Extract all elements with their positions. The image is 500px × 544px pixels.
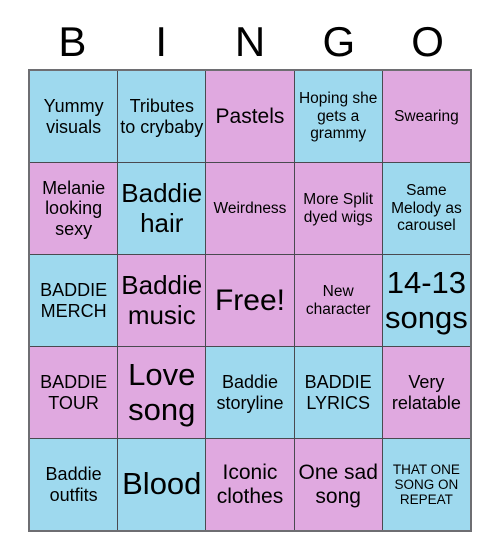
bingo-cell-g5[interactable]: One sad song [293, 438, 383, 532]
bingo-cell-label: BADDIE MERCH [40, 280, 108, 321]
header-letter-n: N [234, 17, 266, 65]
bingo-cell-o2[interactable]: Same Melody as carousel [381, 162, 472, 255]
bingo-card: B I N G O Yummy visuals Tributes to cryb… [28, 14, 472, 532]
header-letter-g: G [322, 17, 356, 65]
bingo-cell-label: 14-13 songs [385, 264, 468, 335]
bingo-cell-i1[interactable]: Tributes to crybaby [117, 69, 207, 163]
header-letter-o: O [411, 17, 444, 65]
bingo-cell-label: New character [305, 283, 371, 318]
bingo-row: BADDIE TOUR Love song Baddie storyline B… [28, 346, 472, 439]
bingo-cell-i5[interactable]: Blood [117, 438, 207, 532]
bingo-cell-free-space[interactable]: Free! [205, 254, 295, 347]
bingo-row: Yummy visuals Tributes to crybaby Pastel… [28, 69, 472, 163]
bingo-cell-label: Yummy visuals [43, 96, 104, 137]
bingo-cell-label: More Split dyed wigs [303, 191, 374, 226]
bingo-cell-label: One sad song [298, 460, 378, 508]
bingo-cell-label: Melanie looking sexy [42, 178, 106, 239]
bingo-cell-label: BADDIE TOUR [40, 372, 108, 413]
bingo-cell-n1[interactable]: Pastels [205, 69, 295, 163]
bingo-cell-o4[interactable]: Very relatable [381, 346, 472, 439]
bingo-cell-o5[interactable]: THAT ONE SONG ON REPEAT [381, 438, 472, 532]
bingo-row: Baddie outfits Blood Iconic clothes One … [28, 438, 472, 532]
bingo-cell-n4[interactable]: Baddie storyline [205, 346, 295, 439]
bingo-cell-b2[interactable]: Melanie looking sexy [28, 162, 119, 255]
bingo-cell-i2[interactable]: Baddie hair [117, 162, 207, 255]
bingo-cell-label: Baddie music [121, 270, 203, 330]
bingo-cell-i3[interactable]: Baddie music [117, 254, 207, 347]
bingo-cell-b3[interactable]: BADDIE MERCH [28, 254, 119, 347]
bingo-cell-label: Free! [214, 283, 285, 317]
bingo-cell-o3[interactable]: 14-13 songs [381, 254, 472, 347]
bingo-cell-b1[interactable]: Yummy visuals [28, 69, 119, 163]
bingo-cell-label: Weirdness [213, 199, 287, 217]
bingo-cell-label: Baddie outfits [45, 464, 102, 505]
bingo-cell-label: Very relatable [391, 372, 461, 413]
header-letter-i: I [155, 17, 168, 65]
bingo-cell-label: Tributes to crybaby [120, 96, 204, 137]
bingo-cell-g3[interactable]: New character [293, 254, 383, 347]
bingo-cell-g2[interactable]: More Split dyed wigs [293, 162, 383, 255]
bingo-cell-label: Baddie storyline [216, 372, 284, 413]
bingo-cell-g4[interactable]: BADDIE LYRICS [293, 346, 383, 439]
header-letter-b: B [58, 17, 87, 65]
bingo-row: BADDIE MERCH Baddie music Free! New char… [28, 254, 472, 347]
bingo-cell-label: Swearing [394, 107, 459, 125]
bingo-cell-n2[interactable]: Weirdness [205, 162, 295, 255]
bingo-cell-label: THAT ONE SONG ON REPEAT [392, 461, 460, 508]
bingo-cell-i4[interactable]: Love song [117, 346, 207, 439]
bingo-cell-label: Blood [122, 466, 202, 502]
bingo-header: B I N G O [28, 14, 472, 69]
bingo-cell-b4[interactable]: BADDIE TOUR [28, 346, 119, 439]
bingo-cell-label: BADDIE LYRICS [304, 372, 372, 413]
bingo-cell-label: Same Melody as carousel [391, 182, 462, 235]
bingo-row: Melanie looking sexy Baddie hair Weirdne… [28, 162, 472, 255]
bingo-grid: Yummy visuals Tributes to crybaby Pastel… [28, 69, 472, 532]
bingo-cell-label: Hoping she gets a grammy [298, 90, 378, 143]
bingo-cell-o1[interactable]: Swearing [381, 69, 472, 163]
bingo-cell-label: Baddie hair [121, 178, 203, 238]
bingo-cell-label: Pastels [215, 104, 285, 128]
bingo-cell-label: Iconic clothes [216, 460, 284, 508]
bingo-cell-b5[interactable]: Baddie outfits [28, 438, 119, 532]
bingo-cell-g1[interactable]: Hoping she gets a grammy [293, 69, 383, 163]
bingo-cell-n5[interactable]: Iconic clothes [205, 438, 295, 532]
bingo-cell-label: Love song [128, 356, 196, 427]
